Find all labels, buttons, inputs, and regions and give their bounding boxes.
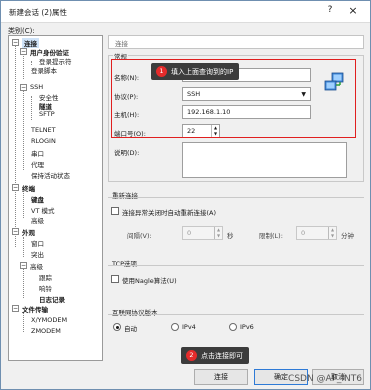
description-label: 说明(D): [114, 149, 140, 157]
tree-item-trace[interactable]: 跟踪 [39, 272, 52, 282]
tree-connector [31, 96, 32, 120]
tree-item-terminal-advanced[interactable]: 高级 [31, 215, 44, 225]
spin-arrows-icon: ▲ ▼ [328, 227, 336, 239]
tree-item-logging[interactable]: 日志记录 [39, 294, 65, 304]
callout-1: 1 填入上面查询到的IP [151, 63, 240, 80]
limit-value: 0 [301, 229, 306, 237]
tree-item-sftp[interactable]: SFTP [39, 110, 55, 118]
auto-reconnect-checkbox[interactable] [111, 207, 119, 215]
collapse-toggle-icon[interactable]: − [20, 84, 27, 91]
session-properties-dialog: 新建会话 (2)属性 ? × 类别(C): − − − − − − − 连接 用… [0, 0, 371, 390]
tree-item-proxy[interactable]: 代理 [31, 159, 44, 169]
tree-item-vt-mode[interactable]: VT 模式 [31, 205, 54, 215]
tree-connector [23, 88, 24, 170]
connect-button[interactable]: 连接 [194, 369, 248, 385]
collapse-toggle-icon[interactable]: − [12, 228, 19, 235]
interval-stepper: 0 ▲ ▼ [182, 226, 223, 240]
collapse-toggle-icon[interactable]: − [20, 262, 27, 269]
interval-value: 0 [187, 229, 192, 237]
watermark: CSDN @AF_INT6 [288, 374, 362, 384]
tree-connector [23, 53, 24, 79]
tree-item-appearance[interactable]: 外观 [22, 227, 35, 237]
ipver-ipv4-label: IPv4 [182, 323, 196, 331]
ipver-ipv6-label: IPv6 [240, 323, 254, 331]
ipver-auto-radio[interactable] [113, 323, 121, 331]
auto-reconnect-label: 连接异常关闭时自动重新连接(A) [122, 209, 217, 217]
tree-item-login-script[interactable]: 登录脚本 [31, 65, 57, 75]
window-title: 新建会话 (2)属性 [9, 8, 68, 17]
tree-connector [15, 45, 16, 247]
tree-item-xymodem[interactable]: X/YMODEM [31, 316, 67, 324]
limit-label: 限制(L): [259, 232, 283, 240]
tree-item-rlogin[interactable]: RLOGIN [31, 137, 56, 145]
limit-unit: 分钟 [341, 232, 354, 240]
tree-connector [23, 268, 24, 298]
spin-arrows-icon: ▲ ▼ [214, 227, 222, 239]
callout-1-text: 填入上面查询到的IP [171, 68, 234, 76]
tree-item-advanced[interactable]: 高级 [30, 261, 43, 271]
tree-item-keyboard[interactable]: 键盘 [31, 194, 44, 204]
tree-item-highlight[interactable]: 突出 [31, 249, 44, 259]
breadcrumb: 连接 [108, 35, 364, 49]
tree-item-window[interactable]: 窗口 [31, 238, 44, 248]
callout-2-text: 点击连接即可 [201, 352, 243, 360]
callout-1-badge: 1 [156, 66, 167, 77]
tree-connector [23, 312, 24, 332]
tree-connector [23, 237, 24, 257]
collapse-toggle-icon[interactable]: − [20, 48, 27, 55]
ipver-ipv6-radio[interactable] [229, 323, 237, 331]
callout-2-badge: 2 [186, 350, 197, 361]
tree-item-ssh[interactable]: SSH [30, 83, 43, 91]
collapse-toggle-icon[interactable]: − [12, 184, 19, 191]
close-icon[interactable]: × [346, 4, 360, 17]
callout-2: 2 点击连接即可 [181, 347, 249, 364]
ipver-auto-label: 自动 [124, 325, 137, 333]
interval-label: 间隔(V): [127, 232, 152, 240]
title-bar: 新建会话 (2)属性 ? × [1, 1, 370, 23]
tree-item-bell[interactable]: 响铃 [39, 283, 52, 293]
nagle-label: 使用Nagle算法(U) [122, 277, 177, 285]
tree-item-file-transfer[interactable]: 文件传输 [22, 304, 48, 314]
tree-item-zmodem[interactable]: ZMODEM [31, 327, 61, 335]
tree-item-serial[interactable]: 串口 [31, 148, 44, 158]
limit-stepper: 0 ▲ ▼ [296, 226, 337, 240]
nagle-checkbox[interactable] [111, 275, 119, 283]
collapse-toggle-icon[interactable]: − [12, 305, 19, 312]
interval-unit: 秒 [227, 232, 234, 240]
ipver-ipv4-radio[interactable] [171, 323, 179, 331]
category-tree[interactable]: − − − − − − − 连接 用户身份验证 登录提示符 登录脚本 SSH 安… [8, 35, 103, 361]
tree-item-keepalive[interactable]: 保持活动状态 [31, 170, 70, 180]
help-icon[interactable]: ? [323, 5, 337, 15]
tree-item-terminal[interactable]: 终端 [22, 183, 35, 193]
description-textarea[interactable] [182, 142, 347, 178]
tree-item-telnet[interactable]: TELNET [31, 126, 56, 134]
collapse-toggle-icon[interactable]: − [12, 39, 19, 46]
